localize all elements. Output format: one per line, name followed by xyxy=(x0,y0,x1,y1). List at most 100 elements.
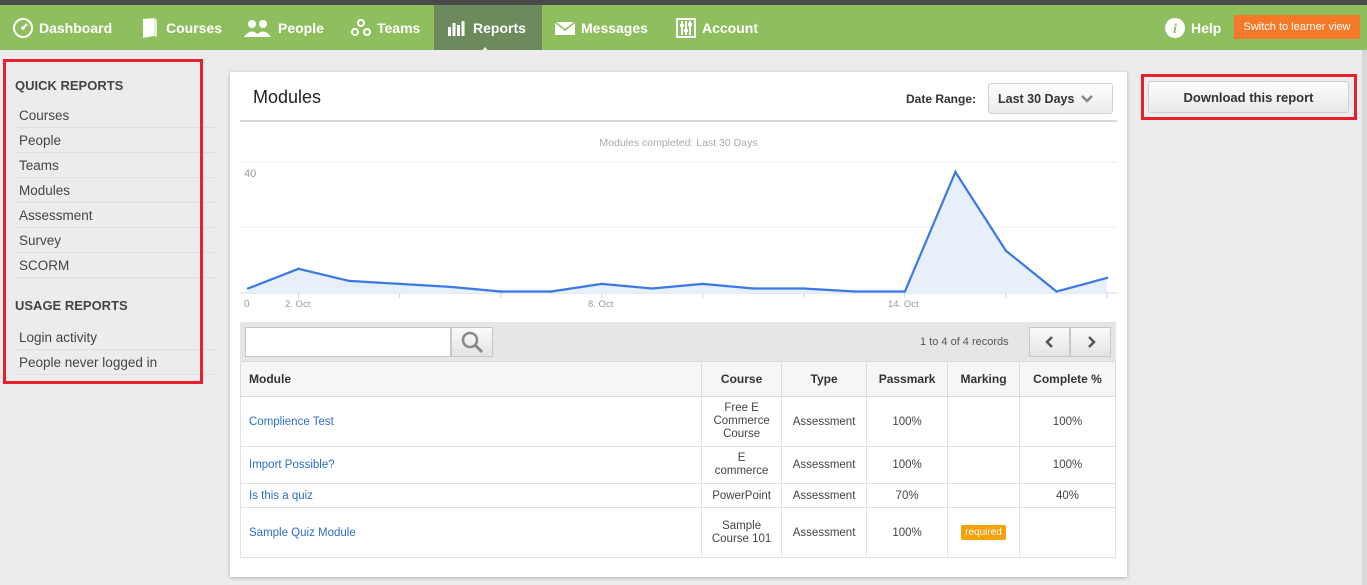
chart-point[interactable] xyxy=(1105,276,1109,280)
marking-cell xyxy=(947,483,1021,508)
nav-help[interactable]: i Help xyxy=(1164,5,1221,50)
marking-cell xyxy=(947,396,1021,447)
people-icon xyxy=(243,17,273,39)
required-badge: required xyxy=(961,525,1006,540)
complete-cell: 40% xyxy=(1019,483,1116,508)
search-icon xyxy=(460,330,484,354)
table-row: Is this a quiz PowerPoint Assessment 70%… xyxy=(239,483,1116,508)
passmark-cell: 100% xyxy=(866,396,949,447)
column-header-complete[interactable]: Complete % xyxy=(1019,361,1116,397)
svg-text:i: i xyxy=(1173,22,1177,37)
chart-point[interactable] xyxy=(246,287,250,290)
date-range-value: Last 30 Days xyxy=(998,91,1075,106)
course-cell: Free E Commerce Course xyxy=(701,396,783,447)
table-row: Sample Quiz Module Sample Course 101 Ass… xyxy=(239,507,1116,558)
passmark-cell: 70% xyxy=(866,483,949,508)
prev-page-button[interactable] xyxy=(1029,327,1070,357)
nav-messages[interactable]: Messages xyxy=(554,5,648,50)
type-cell: Assessment xyxy=(781,396,868,447)
book-icon xyxy=(139,17,161,39)
course-cell: Sample Course 101 xyxy=(701,507,783,558)
teams-icon xyxy=(350,17,372,39)
table-row: Import Possible? E commerce Assessment 1… xyxy=(239,446,1116,484)
nav-reports-label: Reports xyxy=(473,19,526,36)
date-range-label: Date Range: xyxy=(906,92,977,106)
chart-point[interactable] xyxy=(448,285,452,289)
next-page-button[interactable] xyxy=(1070,327,1111,357)
module-link[interactable]: Import Possible? xyxy=(239,446,703,484)
chart-point[interactable] xyxy=(600,282,603,286)
nav-teams-label: Teams xyxy=(377,19,421,36)
module-link[interactable]: Sample Quiz Module xyxy=(239,507,703,558)
nav-courses[interactable]: Courses xyxy=(139,5,222,50)
sliders-icon xyxy=(675,17,697,39)
chart-point[interactable] xyxy=(1004,249,1008,252)
nav-help-label: Help xyxy=(1191,19,1222,36)
module-link[interactable]: Is this a quiz xyxy=(239,483,703,508)
page-scrollbar[interactable] xyxy=(1362,50,1367,585)
nav-messages-label: Messages xyxy=(581,19,648,36)
column-header-module[interactable]: Module xyxy=(239,361,703,397)
chart-point[interactable] xyxy=(499,290,502,293)
nav-people-label: People xyxy=(278,19,324,36)
info-icon: i xyxy=(1164,17,1186,39)
marking-cell xyxy=(947,446,1021,484)
chevron-right-icon xyxy=(1086,336,1096,348)
records-count: 1 to 4 of 4 records xyxy=(920,336,1009,348)
table-toolbar: 1 to 4 of 4 records xyxy=(240,322,1116,362)
chart-point[interactable] xyxy=(752,287,755,290)
search-input[interactable] xyxy=(245,327,451,357)
nav-reports[interactable]: Reports xyxy=(434,5,542,50)
chart-point[interactable] xyxy=(954,170,957,174)
search-button[interactable] xyxy=(451,327,493,357)
x-tick-label-3: 14. Oct xyxy=(888,299,919,310)
main-navbar: Dashboard Courses People Teams Reports M… xyxy=(0,5,1367,55)
chart-point[interactable] xyxy=(347,279,351,283)
passmark-cell: 100% xyxy=(866,507,949,558)
type-cell: Assessment xyxy=(781,446,868,484)
chart-point[interactable] xyxy=(1055,290,1058,293)
chevron-down-icon xyxy=(1081,94,1094,104)
column-header-course[interactable]: Course xyxy=(701,361,783,397)
nav-people[interactable]: People xyxy=(243,5,324,50)
column-header-type[interactable]: Type xyxy=(781,361,868,397)
chart-point[interactable] xyxy=(802,287,806,290)
chart-point[interactable] xyxy=(398,282,401,286)
nav-account-label: Account xyxy=(702,19,758,36)
download-highlight-box xyxy=(1141,74,1357,120)
chart-point[interactable] xyxy=(297,267,300,270)
chart-point[interactable] xyxy=(701,282,704,286)
chart-point[interactable] xyxy=(549,290,553,293)
column-header-marking[interactable]: Marking xyxy=(947,361,1021,397)
date-range-select[interactable]: Last 30 Days xyxy=(988,83,1113,114)
nav-teams[interactable]: Teams xyxy=(350,5,420,50)
dashboard-icon xyxy=(12,17,34,39)
bar-chart-icon xyxy=(446,17,468,39)
nav-account[interactable]: Account xyxy=(675,5,758,50)
active-nav-caret xyxy=(478,47,492,55)
course-cell: E commerce xyxy=(701,446,783,484)
nav-dashboard-label: Dashboard xyxy=(39,19,113,36)
page-title: Modules xyxy=(253,87,322,107)
chart-point[interactable] xyxy=(853,290,856,293)
nav-dashboard[interactable]: Dashboard xyxy=(12,5,112,50)
sidebar-highlight-box xyxy=(3,59,203,384)
modules-chart: 40 0 2. Oct 8. Oct 14. Oct xyxy=(240,161,1117,310)
module-link[interactable]: Complience Test xyxy=(239,396,703,447)
complete-cell xyxy=(1019,507,1116,558)
chart-point[interactable] xyxy=(903,290,907,293)
column-header-passmark[interactable]: Passmark xyxy=(866,361,949,397)
title-divider xyxy=(240,120,1117,122)
complete-cell: 100% xyxy=(1019,446,1116,484)
x-tick-label-2: 8. Oct xyxy=(588,299,614,310)
nav-courses-label: Courses xyxy=(166,19,223,36)
chart-area-fill xyxy=(248,172,1107,293)
chart-point[interactable] xyxy=(651,287,654,290)
switch-to-learner-button[interactable]: Switch to learner view xyxy=(1234,15,1360,39)
table-row: Complience Test Free E Commerce Course A… xyxy=(239,396,1116,447)
course-cell: PowerPoint xyxy=(701,483,783,508)
envelope-icon xyxy=(554,17,576,39)
modules-table: Module Course Type Passmark Marking Comp… xyxy=(239,361,1116,558)
marking-cell: required xyxy=(947,507,1021,558)
table-header-row: Module Course Type Passmark Marking Comp… xyxy=(239,361,1116,397)
